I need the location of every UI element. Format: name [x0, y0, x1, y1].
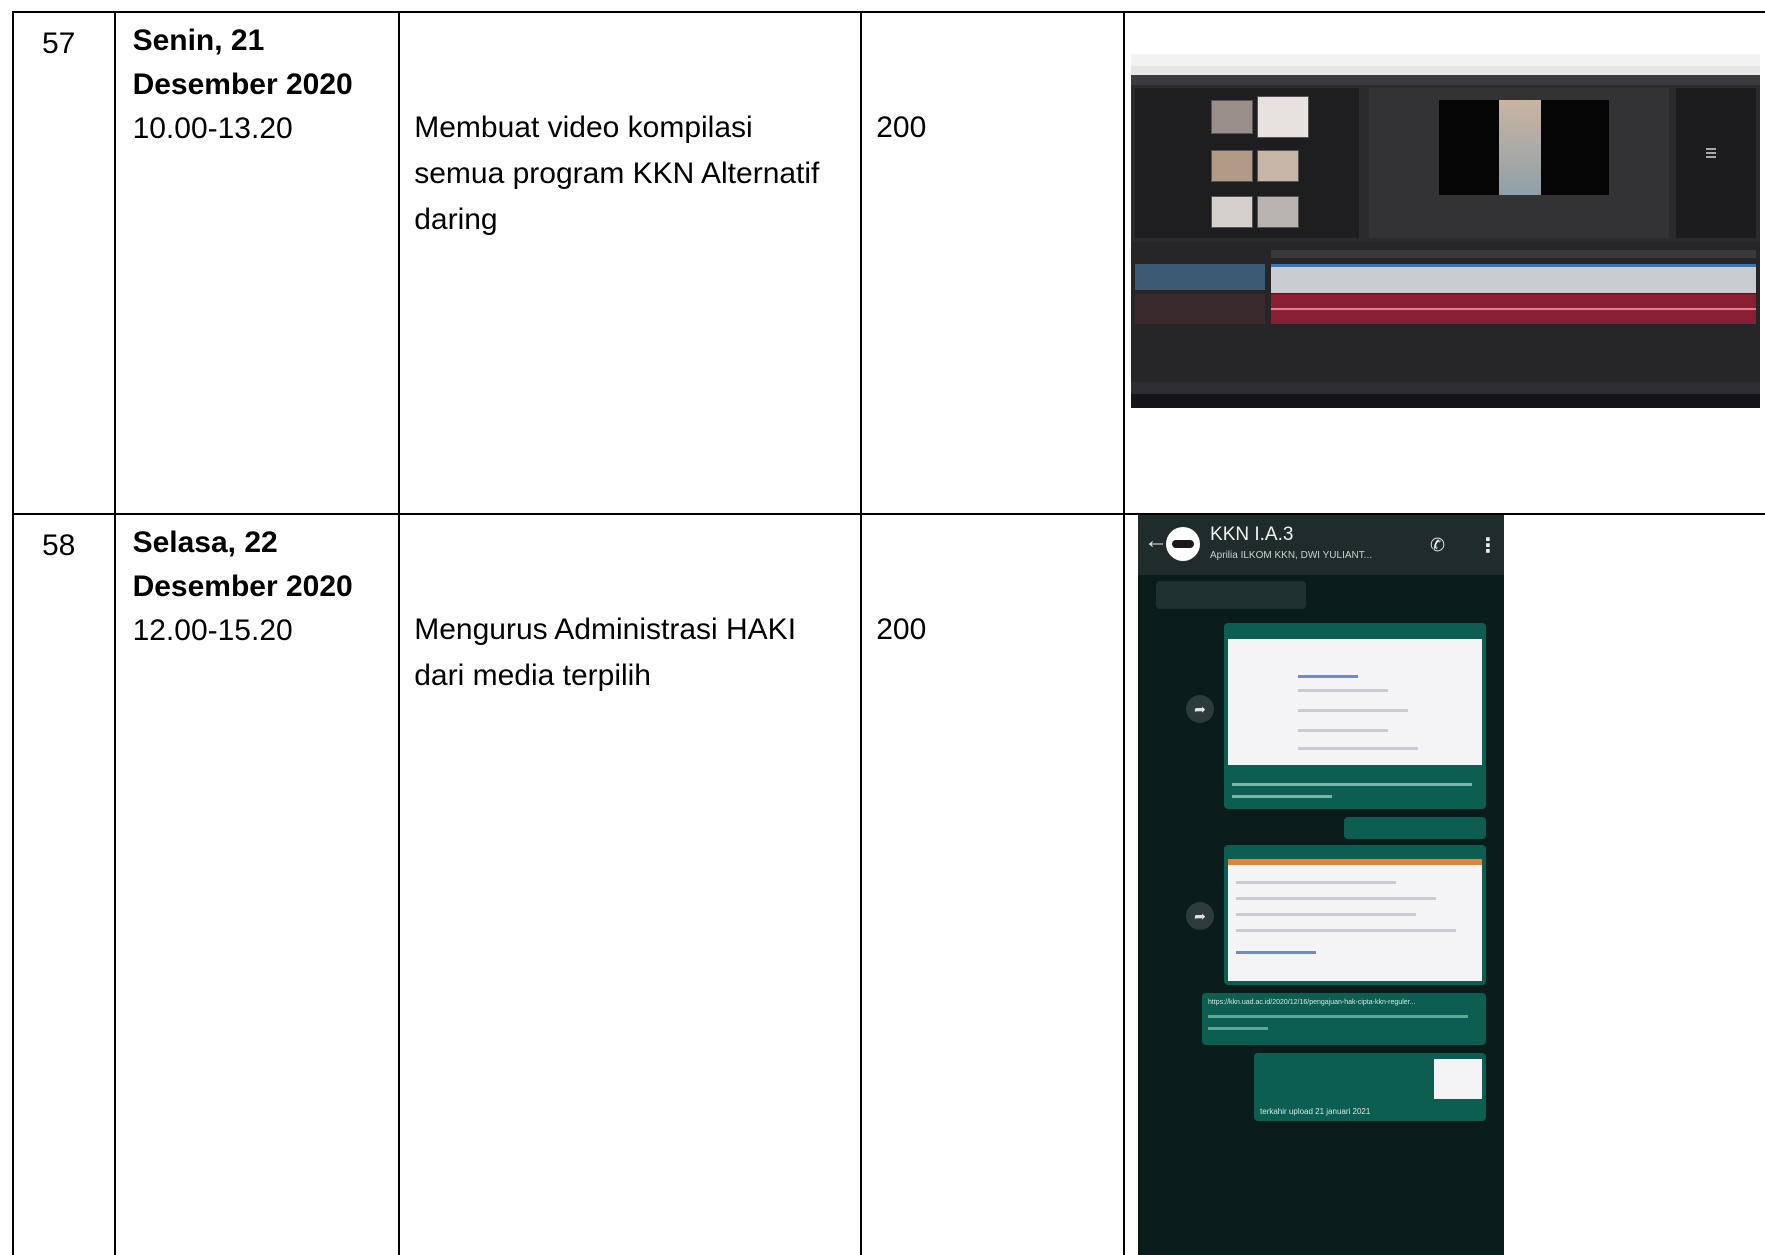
chat-link-message: https://kkn.uad.ac.id/2020/12/16/pengaju…	[1202, 993, 1487, 1045]
link-text: https://kkn.uad.ac.id/2020/12/16/pengaju…	[1208, 999, 1416, 1006]
document-screenshot	[1228, 859, 1483, 981]
activity-cell: Mengurus Administrasi HAKI dari media te…	[398, 513, 863, 1255]
audio-track-header	[1135, 294, 1266, 324]
message-text-line	[1208, 1027, 1269, 1030]
chat-header: ← KKN I.A.3 Aprilia ILKOM KKN, DWI YULIA…	[1138, 515, 1505, 575]
evidence-cell	[1123, 11, 1765, 515]
message-text: terkahir upload 21 januari 2021	[1260, 1107, 1371, 1116]
chat-image-message	[1224, 623, 1487, 809]
group-participants: Aprilia ILKOM KKN, DWI YULIANT...	[1210, 550, 1373, 561]
more-options-icon: ⋮	[1478, 535, 1499, 557]
editor-toolbar	[1131, 75, 1761, 85]
form-screenshot	[1228, 639, 1483, 765]
forward-icon: ➦	[1186, 902, 1215, 930]
preview-clip	[1499, 100, 1542, 195]
media-thumbnail	[1257, 150, 1300, 182]
row-number: 58	[42, 529, 76, 562]
table-row: 57 Senin, 21 Desember 2020 10.00-13.20 M…	[12, 11, 1765, 515]
back-arrow-icon: ←	[1144, 527, 1169, 554]
audio-track	[1271, 294, 1757, 324]
editor-preview-window	[1369, 88, 1670, 238]
month-year-label: Desember 2020	[132, 68, 353, 101]
day-label: Selasa, 22	[132, 526, 278, 559]
group-avatar	[1166, 527, 1201, 561]
media-thumbnail	[1211, 100, 1254, 134]
time-range: 10.00-13.20	[132, 112, 293, 145]
message-text-line	[1232, 795, 1333, 798]
row-number: 57	[42, 27, 76, 60]
message-text-line	[1232, 783, 1473, 786]
editor-timeline	[1131, 242, 1761, 382]
evidence-cell: ← KKN I.A.3 Aprilia ILKOM KKN, DWI YULIA…	[1123, 513, 1765, 1255]
chat-image-message	[1224, 845, 1487, 985]
date-cell: Senin, 21 Desember 2020 10.00-13.20	[113, 11, 401, 515]
activity-cell: Membuat video kompilasi semua program KK…	[398, 11, 863, 515]
media-thumbnail	[1211, 150, 1254, 182]
chat-message-in	[1156, 581, 1307, 609]
group-name: KKN I.A.3	[1210, 524, 1294, 545]
date-cell: Selasa, 22 Desember 2020 12.00-15.20	[113, 513, 401, 1255]
value-cell: 200	[860, 11, 1126, 515]
month-year-label: Desember 2020	[132, 570, 353, 603]
media-thumbnail	[1257, 96, 1310, 138]
editor-title-bar	[1131, 54, 1761, 66]
activity-log-table: 57 Senin, 21 Desember 2020 10.00-13.20 M…	[12, 11, 1765, 1255]
value-amount: 200	[876, 613, 927, 646]
activity-description: Mengurus Administrasi HAKI dari media te…	[414, 613, 797, 692]
value-cell: 200	[860, 513, 1126, 1255]
file-preview	[1434, 1059, 1483, 1099]
editor-media-explorer	[1135, 88, 1360, 238]
video-track	[1271, 264, 1757, 293]
table-row: 58 Selasa, 22 Desember 2020 12.00-15.20 …	[12, 513, 1765, 1255]
video-editor-screenshot	[1131, 54, 1761, 408]
editor-menu-bar	[1131, 66, 1761, 75]
forward-icon: ➦	[1186, 695, 1215, 723]
number-cell: 57	[12, 11, 116, 515]
message-text-line	[1208, 1015, 1469, 1018]
editor-audio-meter	[1676, 88, 1757, 238]
windows-taskbar	[1131, 394, 1761, 408]
call-icon: ✆	[1430, 535, 1446, 555]
media-thumbnail	[1257, 196, 1300, 228]
transport-controls	[1131, 382, 1761, 392]
video-track-header	[1135, 264, 1266, 290]
timeline-ruler	[1271, 250, 1757, 258]
chat-message-out	[1344, 817, 1487, 839]
chat-screenshot: ← KKN I.A.3 Aprilia ILKOM KKN, DWI YULIA…	[1138, 515, 1505, 1255]
day-label: Senin, 21	[132, 24, 265, 57]
value-amount: 200	[876, 111, 927, 144]
media-thumbnail	[1211, 196, 1254, 228]
time-range: 12.00-15.20	[132, 614, 293, 647]
number-cell: 58	[12, 513, 116, 1255]
activity-description: Membuat video kompilasi semua program KK…	[414, 111, 820, 236]
chat-file-message: terkahir upload 21 januari 2021	[1254, 1053, 1487, 1121]
